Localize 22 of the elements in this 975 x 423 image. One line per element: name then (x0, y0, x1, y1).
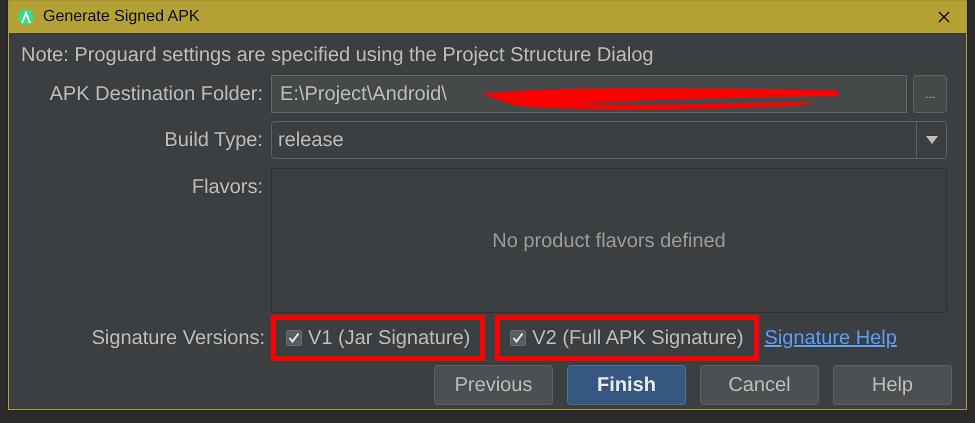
build-type-dropdown[interactable]: release (271, 121, 947, 159)
field-label: APK Destination Folder: (48, 82, 264, 107)
dropdown-arrow-icon (926, 136, 938, 144)
note-text: Note: Proguard settings are specified using the Project Structure Dialog (21, 43, 655, 68)
checkbox-label[interactable]: V1 (Jar Signature) (308, 323, 470, 353)
field-label: Signature Versions: (90, 326, 266, 351)
close-icon[interactable] (938, 11, 950, 23)
dialog-button[interactable]: Help (833, 365, 952, 405)
empty-message: No product flavors defined (492, 228, 726, 254)
dialog-button[interactable]: Cancel (700, 365, 819, 405)
folder-field[interactable]: E:\Project\Android\ (271, 75, 907, 113)
checkbox-label[interactable]: V2 (Full APK Signature) (532, 323, 744, 353)
help-link[interactable]: Signature Help (764, 323, 897, 353)
dialog-button[interactable]: Previous (434, 365, 553, 405)
checkbox[interactable] (510, 330, 526, 346)
field-label: Build Type: (163, 128, 264, 153)
field-label: Flavors: (190, 175, 264, 200)
checkbox[interactable] (286, 330, 302, 346)
browse-button[interactable]: ... (913, 75, 947, 113)
dialog-button[interactable]: Finish (567, 365, 686, 405)
android-icon (17, 8, 35, 26)
window-title: Generate Signed APK (43, 7, 201, 27)
